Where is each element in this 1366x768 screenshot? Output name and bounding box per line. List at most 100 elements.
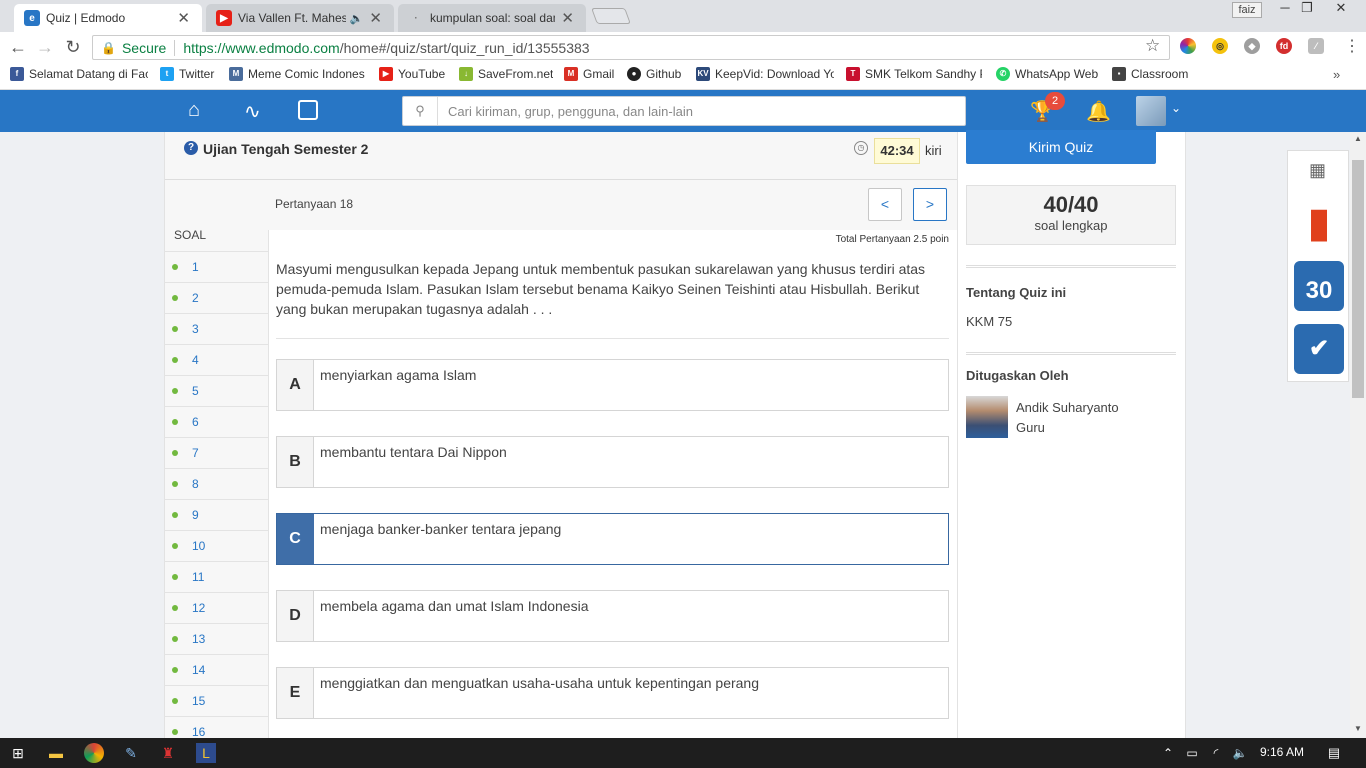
- tab-quiz-edmodo[interactable]: e Quiz | Edmodo ✕: [14, 4, 202, 32]
- teacher-avatar[interactable]: [966, 396, 1008, 438]
- quiz-search-icon[interactable]: ✔: [1294, 324, 1344, 374]
- quiz-title: Ujian Tengah Semester 2: [203, 141, 369, 157]
- soal-header: SOAL: [174, 228, 207, 242]
- question-number-item[interactable]: 11: [164, 561, 268, 592]
- windows-start-icon[interactable]: ⊞: [8, 743, 28, 763]
- next-question-button[interactable]: >: [913, 188, 947, 221]
- question-number-item[interactable]: 10: [164, 530, 268, 561]
- new-tab-button[interactable]: [591, 8, 631, 24]
- file-explorer-icon[interactable]: ▬: [46, 743, 66, 763]
- question-number-item[interactable]: 6: [164, 406, 268, 437]
- wifi-icon[interactable]: ◜: [1206, 743, 1226, 763]
- answer-option-c[interactable]: C menjaga banker-banker tentara jepang: [276, 513, 949, 565]
- question-number-item[interactable]: 1: [164, 251, 268, 282]
- calendar-icon[interactable]: 30: [1294, 261, 1344, 311]
- chrome-icon[interactable]: [84, 743, 104, 763]
- question-number-label: 6: [192, 415, 199, 429]
- question-number-item[interactable]: 13: [164, 623, 268, 654]
- pdf-extension-icon[interactable]: ⁄: [1308, 38, 1324, 54]
- system-clock[interactable]: 9:16 AM: [1260, 745, 1304, 759]
- question-number-item[interactable]: 12: [164, 592, 268, 623]
- more-bookmarks-icon[interactable]: »: [1333, 67, 1340, 82]
- facebook-icon: f: [10, 67, 24, 81]
- answered-dot-icon: [172, 667, 178, 673]
- search-input[interactable]: Cari kiriman, grup, pengguna, dan lain-l…: [448, 104, 693, 119]
- close-icon[interactable]: ✕: [561, 9, 574, 27]
- question-number-item[interactable]: 2: [164, 282, 268, 313]
- bookmark-twitter[interactable]: t Twitter: [160, 67, 220, 81]
- office-icon[interactable]: ▮: [1294, 198, 1344, 248]
- restore-button[interactable]: ❐: [1292, 0, 1322, 18]
- kkm-value: KKM 75: [966, 314, 1013, 329]
- chevron-down-icon[interactable]: ⌄: [1171, 101, 1181, 115]
- menu-icon[interactable]: ⋮: [1344, 36, 1360, 56]
- forward-button[interactable]: →: [33, 35, 57, 59]
- close-icon[interactable]: ✕: [369, 9, 382, 27]
- address-bar[interactable]: 🔒 Secure https://www.edmodo.com/home#/qu…: [92, 35, 1170, 60]
- answer-option-d[interactable]: D membela agama dan umat Islam Indonesia: [276, 590, 949, 642]
- teacher-name[interactable]: Andik Suharyanto: [1016, 398, 1119, 418]
- teacher-info: Andik Suharyanto Guru: [1016, 398, 1119, 438]
- paint-icon[interactable]: ✎: [121, 743, 141, 763]
- scrollbar-thumb[interactable]: [1352, 160, 1364, 398]
- avatar[interactable]: [1136, 96, 1166, 126]
- question-number-item[interactable]: 3: [164, 313, 268, 344]
- question-number-item[interactable]: 7: [164, 437, 268, 468]
- scroll-down-icon[interactable]: ▼: [1354, 724, 1362, 733]
- prev-question-button[interactable]: <: [868, 188, 902, 221]
- color-extension-icon[interactable]: [1180, 38, 1196, 54]
- scroll-up-icon[interactable]: ▲: [1354, 134, 1362, 143]
- answer-option-a[interactable]: A menyiarkan agama Islam: [276, 359, 949, 411]
- option-letter: A: [277, 360, 314, 410]
- bookmark-classroom[interactable]: ▪ Classroom: [1112, 67, 1192, 81]
- launcher-icon[interactable]: L: [196, 743, 216, 763]
- bookmark-github[interactable]: ● Github: [627, 67, 687, 81]
- answer-option-e[interactable]: E menggiatkan dan menguatkan usaha-usaha…: [276, 667, 949, 719]
- apps-grid-icon[interactable]: ▦: [1309, 160, 1326, 181]
- question-number-item[interactable]: 8: [164, 468, 268, 499]
- puzzle-extension-icon[interactable]: ◆: [1244, 38, 1260, 54]
- action-center-icon[interactable]: ▤: [1324, 743, 1344, 763]
- tab-kumpulan-soal[interactable]: · kumpulan soal: soal dan ✕: [398, 4, 586, 32]
- close-icon[interactable]: ✕: [177, 9, 190, 27]
- answer-option-b[interactable]: B membantu tentara Dai Nippon: [276, 436, 949, 488]
- fd-extension-icon[interactable]: fd: [1276, 38, 1292, 54]
- submit-quiz-button[interactable]: Kirim Quiz: [966, 130, 1156, 164]
- bookmark-keepvid[interactable]: KV KeepVid: Download Yo: [696, 67, 834, 81]
- search-box[interactable]: ⚲ Cari kiriman, grup, pengguna, dan lain…: [402, 96, 966, 126]
- reload-button[interactable]: ↻: [61, 35, 85, 59]
- question-number-item[interactable]: 15: [164, 685, 268, 716]
- option-text: membela agama dan umat Islam Indonesia: [320, 598, 589, 614]
- bell-icon[interactable]: 🔔: [1086, 99, 1111, 124]
- activity-icon[interactable]: ∿: [244, 99, 261, 124]
- bookmark-gmail[interactable]: M Gmail: [564, 67, 618, 81]
- app-icon[interactable]: ♜: [158, 743, 178, 763]
- volume-icon[interactable]: 🔈: [1230, 743, 1250, 763]
- question-number-item[interactable]: 9: [164, 499, 268, 530]
- question-number-item[interactable]: 14: [164, 654, 268, 685]
- bookmark-star-icon[interactable]: ☆: [1145, 36, 1160, 56]
- speaker-icon[interactable]: 🔈: [350, 12, 364, 25]
- profile-button[interactable]: faiz: [1232, 2, 1262, 18]
- bookmark-smk-telkom[interactable]: T SMK Telkom Sandhy P: [846, 67, 982, 81]
- back-button[interactable]: ←: [6, 35, 30, 59]
- bookmark-facebook[interactable]: f Selamat Datang di Fac: [10, 67, 148, 81]
- option-letter: B: [277, 437, 314, 487]
- planner-icon[interactable]: [298, 100, 318, 120]
- telkom-icon: T: [846, 67, 860, 81]
- window-close-button[interactable]: ✕: [1326, 0, 1356, 18]
- coin-extension-icon[interactable]: ◎: [1212, 38, 1228, 54]
- question-number-item[interactable]: 5: [164, 375, 268, 406]
- bookmark-youtube[interactable]: ▶ YouTube: [379, 67, 449, 81]
- option-text: menyiarkan agama Islam: [320, 367, 477, 383]
- tab-youtube[interactable]: ▶ Via Vallen Ft. Mahesa 🔈 ✕: [206, 4, 394, 32]
- tray-chevron-icon[interactable]: ⌃: [1158, 743, 1178, 763]
- question-number-item[interactable]: 4: [164, 344, 268, 375]
- bookmark-meme-comic[interactable]: M Meme Comic Indones: [229, 67, 368, 81]
- bookmark-savefrom[interactable]: ↓ SaveFrom.net: [459, 67, 553, 81]
- battery-icon[interactable]: ▭: [1182, 743, 1202, 763]
- home-icon[interactable]: ⌂: [188, 99, 200, 122]
- savefrom-icon: ↓: [459, 67, 473, 81]
- bookmark-whatsapp[interactable]: ✆ WhatsApp Web: [996, 67, 1102, 81]
- meme-icon: M: [229, 67, 243, 81]
